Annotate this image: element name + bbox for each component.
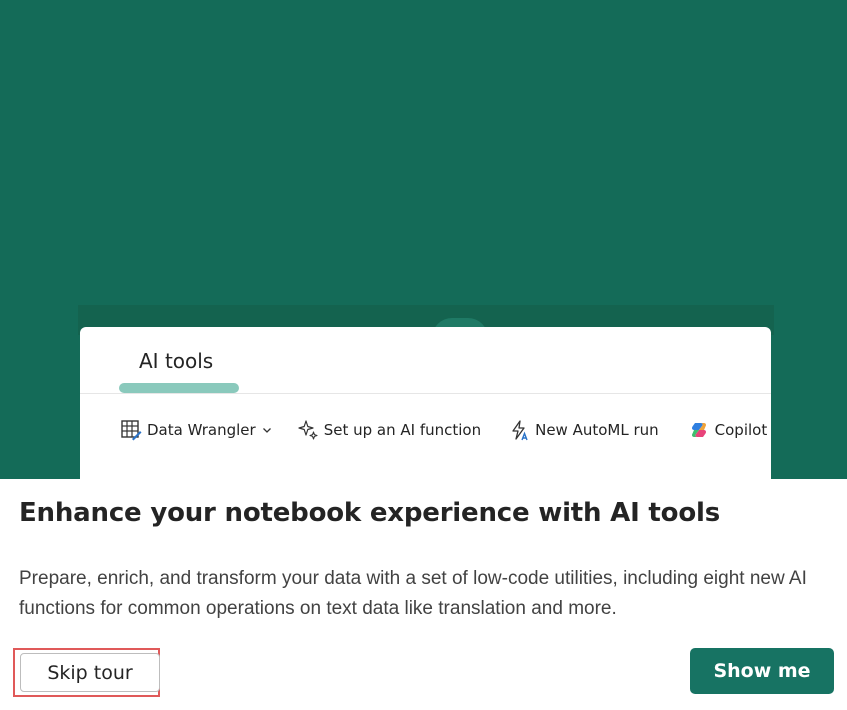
ai-function-label: Set up an AI function <box>323 421 482 439</box>
tour-description: Prepare, enrich, and transform your data… <box>19 568 807 619</box>
data-wrangler-button[interactable]: Data Wrangler <box>119 417 272 443</box>
tab-active-indicator <box>119 383 239 393</box>
automl-icon <box>507 418 531 442</box>
skip-tour-button[interactable]: Skip tour <box>20 653 160 692</box>
ai-function-button[interactable]: Set up an AI function <box>296 417 481 443</box>
divider <box>80 393 771 394</box>
ai-toolbar: Data Wrangler Set up an AI function New … <box>119 417 767 443</box>
copilot-icon <box>687 418 711 442</box>
hero-illustration: AI tools Data Wrangler Set up an AI func… <box>0 0 847 479</box>
automl-label: New AutoML run <box>535 421 659 439</box>
ai-tools-panel: AI tools Data Wrangler Set up an AI func… <box>80 327 771 479</box>
automl-run-button[interactable]: New AutoML run <box>507 417 659 443</box>
copilot-button[interactable]: Copilot <box>687 417 768 443</box>
copilot-label: Copilot <box>714 421 768 439</box>
data-wrangler-icon <box>119 418 143 442</box>
data-wrangler-label: Data Wrangler <box>147 421 256 439</box>
tab-ai-tools[interactable]: AI tools <box>139 349 213 373</box>
show-me-button[interactable]: Show me <box>690 648 834 694</box>
tour-title: Enhance your notebook experience with AI… <box>19 498 720 528</box>
chevron-down-icon <box>262 425 272 435</box>
sparkle-icon <box>296 418 320 442</box>
